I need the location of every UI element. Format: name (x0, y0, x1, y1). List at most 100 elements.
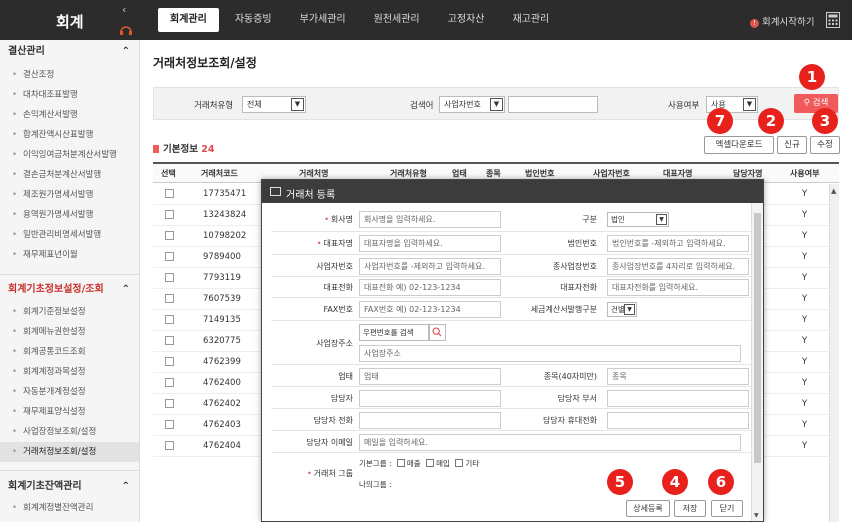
branch-input[interactable]: 종사업장번호를 4자리로 입력하세요. (607, 258, 749, 275)
tab-inventory[interactable]: 재고관리 (500, 8, 561, 32)
row-checkbox[interactable] (165, 336, 174, 345)
buy-checkbox[interactable] (426, 459, 435, 467)
headset-icon[interactable] (119, 24, 133, 36)
mgrmobile-input[interactable] (607, 412, 749, 429)
chevron-up-icon[interactable]: ⌃ (122, 477, 130, 497)
sidebar-item[interactable]: • 회계계정별잔액관리 (0, 498, 139, 518)
bizno-input[interactable]: 사업자번호를 -제외하고 입력하세요. (359, 258, 501, 275)
sidebar-item[interactable]: • 회계기준정보설정 (0, 302, 139, 322)
sidebar-item-label: 회계메뉴권한설정 (23, 327, 86, 337)
new-button[interactable]: 신규 (777, 136, 807, 154)
save-button[interactable]: 저장 (674, 500, 706, 517)
sidebar-item[interactable]: • 회계메뉴권한설정 (0, 322, 139, 342)
table-scrollbar[interactable]: ▲ (829, 184, 839, 522)
chevron-down-icon: ▼ (490, 98, 503, 111)
form-row: 사업자번호 사업자번호를 -제외하고 입력하세요. 종사업장번호 종사업장번호를… (271, 255, 751, 277)
row-checkbox[interactable] (165, 315, 174, 324)
type-select[interactable]: 전체 ▼ (242, 96, 306, 113)
tab-withholding[interactable]: 원천세관리 (362, 8, 432, 32)
chevron-down-icon[interactable]: ▼ (754, 512, 759, 519)
item-input[interactable]: 종목 (607, 368, 749, 385)
col-use: 사용여부 (790, 169, 820, 178)
dialog-scrollbar[interactable]: ▼ (751, 203, 763, 521)
ceophone-input[interactable]: 대표자전화를 입력하세요. (607, 279, 749, 296)
sidebar-section-opening-balance[interactable]: 회계기초잔액관리 ⌃ (0, 477, 139, 497)
tab-auto-voucher[interactable]: 자동증빙 (223, 8, 284, 32)
sale-checkbox[interactable] (396, 459, 405, 467)
collapse-sidebar-icon[interactable]: ‹ (122, 3, 126, 16)
chevron-up-icon[interactable]: ⌃ (122, 280, 130, 300)
chevron-up-icon[interactable]: ⌃ (122, 42, 130, 62)
search-icon[interactable] (429, 324, 446, 341)
keyword-input[interactable] (508, 96, 598, 113)
edit-button[interactable]: 수정 (810, 136, 840, 154)
row-code: 7607539 (203, 294, 241, 304)
sidebar-item[interactable]: • 손익계산서발행 (0, 105, 139, 125)
row-checkbox[interactable] (165, 378, 174, 387)
row-checkbox[interactable] (165, 189, 174, 198)
buy-option-label: 매입 (436, 459, 450, 468)
excel-download-button[interactable]: 엑셀다운로드 (704, 136, 774, 154)
sidebar-item[interactable]: • 재무제표양식설정 (0, 402, 139, 422)
zip-search-button[interactable]: 우편번호를 검색 (359, 324, 446, 341)
corpno-input[interactable]: 법인번호를 -제외하고 입력하세요. (607, 235, 749, 252)
detail-register-button[interactable]: 상세등록 (626, 500, 670, 517)
row-checkbox[interactable] (165, 399, 174, 408)
form-row: • 회사명 회사명을 입력하세요. 구분 법인 ▼ (271, 208, 751, 232)
mgrtel-input[interactable] (359, 412, 501, 429)
bizno-label: 사업자번호 (316, 262, 353, 271)
etc-checkbox[interactable] (455, 459, 464, 467)
chevron-up-icon[interactable]: ▲ (831, 187, 836, 195)
col-ceo: 대표자명 (663, 169, 693, 178)
row-checkbox[interactable] (165, 210, 174, 219)
sidebar-item[interactable]: • 합계잔액시산표발행 (0, 125, 139, 145)
row-checkbox[interactable] (165, 252, 174, 261)
fax-input[interactable]: FAX번호 예) 02-123-1234 (359, 301, 501, 318)
type-select[interactable]: 법인 ▼ (607, 212, 669, 227)
row-checkbox[interactable] (165, 420, 174, 429)
manager-input[interactable] (359, 390, 501, 407)
start-link[interactable]: ! 회계시작하기 (750, 14, 814, 28)
addr-input[interactable]: 사업장주소 (359, 345, 741, 362)
section-title: 회계기초잔액관리 (8, 481, 82, 492)
scrollbar-thumb[interactable] (754, 213, 761, 463)
row-checkbox[interactable] (165, 273, 174, 282)
marker-5: 5 (607, 469, 633, 495)
close-button[interactable]: 닫기 (711, 500, 743, 517)
ceo-label-text: 대표자명 (323, 239, 353, 248)
company-input[interactable]: 회사명을 입력하세요. (359, 211, 501, 228)
sidebar-section-basic-info[interactable]: 회계기초정보설정/조회 ⌃ (0, 280, 139, 300)
sidebar-item[interactable]: • 결산조정 (0, 65, 139, 85)
biztype-input[interactable]: 업태 (359, 368, 501, 385)
ceotel-input[interactable]: 대표전화 예) 02-123-1234 (359, 279, 501, 296)
sidebar-item[interactable]: • 자동분개계정설정 (0, 382, 139, 402)
tab-fixed-assets[interactable]: 고정자산 (436, 8, 497, 32)
etc-option-label: 기타 (465, 459, 480, 468)
row-checkbox[interactable] (165, 441, 174, 450)
keyword-type-select[interactable]: 사업자번호 ▼ (439, 96, 505, 113)
sidebar-item[interactable]: • 제조원가명세서발행 (0, 185, 139, 205)
row-checkbox[interactable] (165, 231, 174, 240)
sidebar-item[interactable]: • 사업장정보조회/설정 (0, 422, 139, 442)
sidebar-item[interactable]: • 회계계정과목설정 (0, 362, 139, 382)
col-biztype: 업태 (452, 169, 467, 178)
sidebar-item[interactable]: • 재무제표년이월 (0, 245, 139, 265)
sidebar-item[interactable]: • 이익잉여금처분계산서발행 (0, 145, 139, 165)
sidebar-item[interactable]: • 일반관리비명세서발행 (0, 225, 139, 245)
sidebar-item[interactable]: • 용역원가명세서발행 (0, 205, 139, 225)
row-checkbox[interactable] (165, 357, 174, 366)
sidebar-item-vendor-info[interactable]: • 거래처정보조회/설정 (0, 442, 139, 462)
taxunit-select[interactable]: 건별 ▼ (607, 302, 637, 317)
sidebar-item[interactable]: • 결손금처분계산서발행 (0, 165, 139, 185)
calculator-icon[interactable] (826, 12, 840, 28)
row-checkbox[interactable] (165, 294, 174, 303)
sidebar-item[interactable]: • 대차대조표발행 (0, 85, 139, 105)
ceo-input[interactable]: 대표자명을 입력하세요. (359, 235, 501, 252)
sidebar-item[interactable]: • 회계공통코드조회 (0, 342, 139, 362)
email-input[interactable]: 메일을 입력하세요. (359, 434, 741, 451)
dept-input[interactable] (607, 390, 749, 407)
marker-2: 2 (758, 108, 784, 134)
tab-accounting[interactable]: 회계관리 (158, 8, 219, 32)
sidebar-section-closing[interactable]: 결산관리 ⌃ (0, 42, 139, 62)
tab-vat[interactable]: 부가세관리 (288, 8, 358, 32)
